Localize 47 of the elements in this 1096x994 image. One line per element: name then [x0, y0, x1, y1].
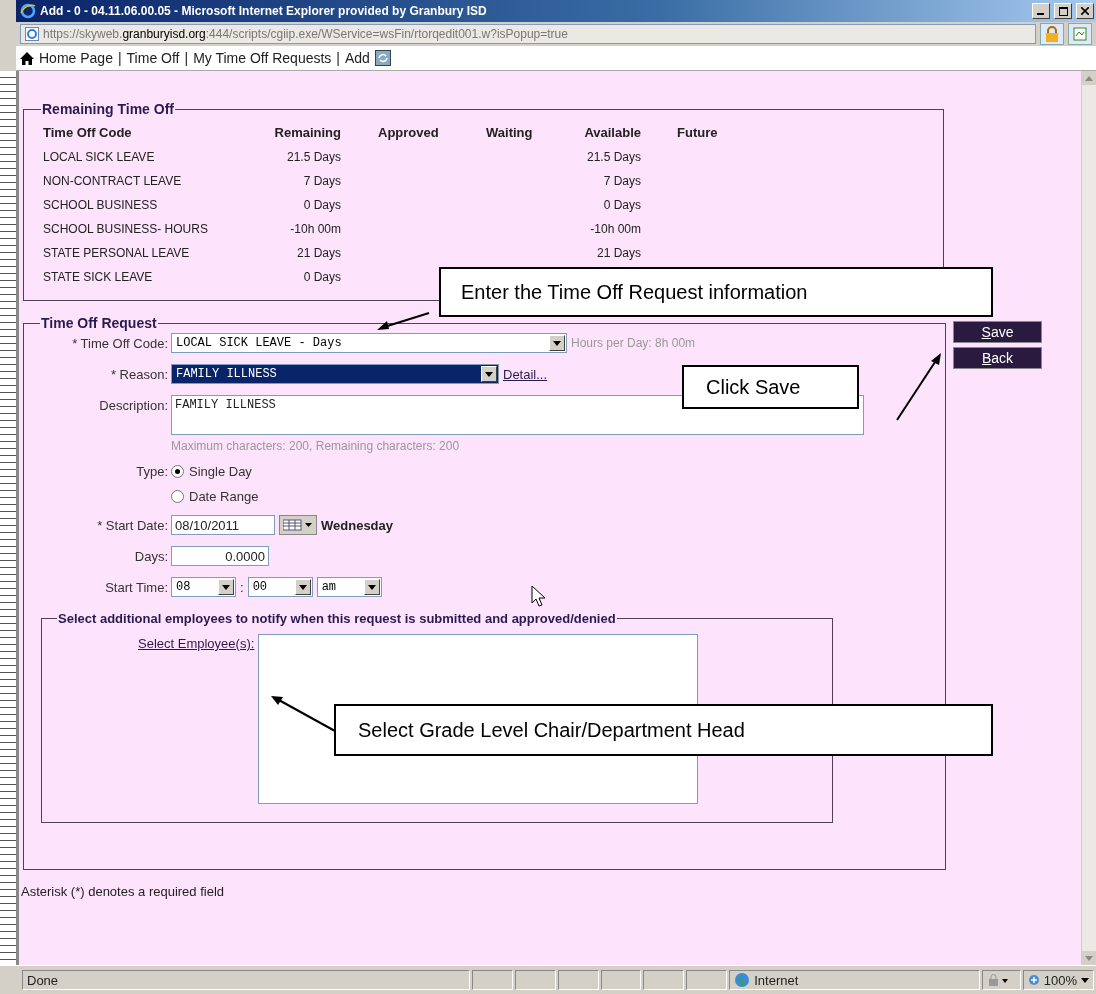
table-cell-text: 7 Days: [602, 174, 641, 188]
panel-legend: Time Off Request: [40, 315, 158, 331]
table-cell-text: 7 Days: [302, 174, 341, 188]
column-header: Future: [676, 125, 719, 140]
panel-legend: Select additional employees to notify when this request is submitted and approved/denied: [57, 611, 617, 626]
hours-hint: Hours per Day: 8h 00m: [571, 336, 696, 350]
table-cell-text: 0 Days: [602, 198, 641, 212]
table-cell-text: 0 Days: [302, 198, 341, 212]
breadcrumb-separator: |: [117, 50, 122, 66]
field-label: Description:: [98, 397, 168, 413]
field-label: Type:: [135, 464, 168, 479]
column-header: Time Off Code: [43, 125, 133, 140]
table-cell-text: -10h 00m: [589, 222, 641, 236]
table-cell-text: 21.5 Days: [285, 150, 341, 164]
table-cell-text: 21 Days: [595, 246, 641, 260]
character-count-hint: Maximum characters: 200, Remaining characters: 200: [171, 439, 461, 453]
required-field-note: Asterisk (*) denotes a required field: [21, 884, 226, 899]
window-title: Add - 0 - 04.11.06.00.05 - Microsoft Internet Explorer provided by Granbury ISD: [40, 4, 488, 18]
column-header: Available: [583, 125, 641, 140]
table-cell-text: LOCAL SICK LEAVE: [43, 150, 156, 164]
callout-tooltip: Enter the Time Off Request information: [439, 267, 993, 317]
zone-indicator: Internet: [729, 970, 980, 990]
breadcrumb-separator: |: [336, 50, 340, 66]
column-header: Remaining: [273, 125, 341, 140]
field-label: * Time Off Code:: [71, 335, 168, 351]
field-label: Start Time:: [104, 579, 168, 595]
field-label: * Reason:: [109, 366, 168, 382]
callout-tooltip: Select Grade Level Chair/Department Head: [334, 704, 993, 756]
table-cell-text: SCHOOL BUSINESS- HOURS: [43, 222, 209, 236]
callout-tooltip: Click Save: [682, 365, 859, 409]
table-cell-text: SCHOOL BUSINESS: [43, 198, 159, 212]
field-label: * Start Date:: [96, 517, 168, 533]
status-text: Done: [22, 970, 470, 990]
field-label: Days:: [133, 548, 168, 564]
table-cell-text: 21 Days: [295, 246, 341, 260]
table-cell-text: NON-CONTRACT LEAVE: [43, 174, 183, 188]
column-header: Approved: [377, 125, 440, 140]
breadcrumb-separator: |: [184, 50, 189, 66]
table-cell-text: -10h 00m: [289, 222, 341, 236]
table-cell-text: STATE PERSONAL LEAVE: [43, 246, 191, 260]
panel-legend: Remaining Time Off: [41, 101, 175, 117]
weekday-label: Wednesday: [321, 517, 393, 533]
table-cell-text: STATE SICK LEAVE: [43, 270, 154, 284]
time-separator: :: [240, 579, 244, 595]
column-header: Waiting: [486, 125, 534, 140]
table-cell-text: 21.5 Days: [585, 150, 641, 164]
table-cell-text: 0 Days: [302, 270, 341, 284]
